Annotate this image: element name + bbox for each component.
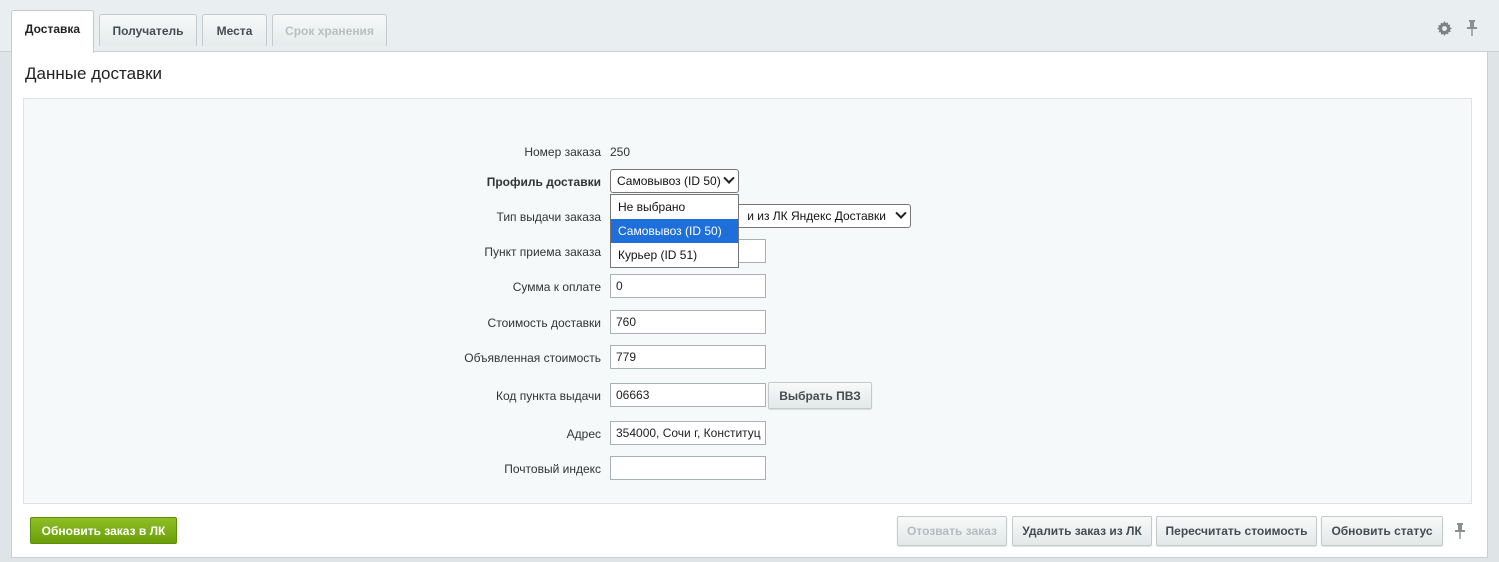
postal-index-input[interactable] bbox=[610, 456, 766, 480]
pickup-point-label: Пункт приема заказа bbox=[484, 245, 601, 259]
page-title: Данные доставки bbox=[25, 64, 163, 83]
issue-type-selected: и из ЛК Яндекс Доставки bbox=[747, 209, 886, 223]
pin-icon[interactable] bbox=[1451, 522, 1469, 540]
pin-icon[interactable] bbox=[1463, 19, 1481, 37]
pvz-code-label: Код пункта выдачи bbox=[496, 389, 601, 403]
tab-storage-period: Срок хранения bbox=[272, 14, 387, 46]
tabs-bar: Доставка Получатель Места Срок хранения bbox=[0, 0, 1499, 53]
order-number-value: 250 bbox=[610, 145, 631, 159]
payment-sum-input[interactable]: 0 bbox=[610, 274, 766, 298]
recall-order-button: Отозвать заказ bbox=[897, 516, 1007, 546]
delivery-profile-label: Профиль доставки bbox=[486, 175, 601, 189]
tab-recipient[interactable]: Получатель bbox=[99, 14, 197, 46]
delivery-form: Номер заказа 250 Профиль доставки Самовы… bbox=[23, 98, 1472, 504]
order-number-label: Номер заказа bbox=[524, 145, 601, 159]
tab-delivery[interactable]: Доставка bbox=[11, 10, 94, 53]
update-order-button[interactable]: Обновить заказ в ЛК bbox=[30, 517, 177, 544]
gear-icon[interactable] bbox=[1435, 19, 1453, 37]
chevron-down-icon bbox=[895, 207, 907, 219]
delivery-cost-input[interactable]: 760 bbox=[610, 310, 766, 334]
dropdown-option-none[interactable]: Не выбрано bbox=[611, 195, 738, 219]
dropdown-option-pickup[interactable]: Самовывоз (ID 50) bbox=[611, 219, 738, 243]
tab-places[interactable]: Места bbox=[202, 14, 267, 46]
address-input[interactable]: 354000, Сочи г, Конституц bbox=[610, 421, 766, 445]
pvz-code-input[interactable]: 06663 bbox=[610, 383, 766, 407]
chevron-down-icon bbox=[723, 172, 735, 184]
delivery-profile-select[interactable]: Самовывоз (ID 50) bbox=[610, 169, 739, 193]
address-label: Адрес bbox=[566, 427, 601, 441]
delivery-profile-selected: Самовывоз (ID 50) bbox=[617, 174, 721, 188]
dropdown-option-courier[interactable]: Курьер (ID 51) bbox=[611, 243, 738, 267]
recalc-cost-button[interactable]: Пересчитать стоимость bbox=[1156, 516, 1317, 546]
update-status-button[interactable]: Обновить статус bbox=[1321, 516, 1443, 546]
delete-order-button[interactable]: Удалить заказ из ЛК bbox=[1012, 516, 1152, 546]
payment-sum-label: Сумма к оплате bbox=[512, 280, 601, 294]
delivery-profile-dropdown: Не выбрано Самовывоз (ID 50) Курьер (ID … bbox=[610, 194, 739, 268]
delivery-cost-label: Стоимость доставки bbox=[487, 316, 601, 330]
delivery-panel: Данные доставки Номер заказа 250 Профиль… bbox=[11, 52, 1488, 558]
declared-value-input[interactable]: 779 bbox=[610, 345, 766, 369]
declared-value-label: Объявленная стоимость bbox=[464, 351, 601, 365]
choose-pvz-button[interactable]: Выбрать ПВЗ bbox=[768, 382, 872, 409]
postal-index-label: Почтовый индекс bbox=[504, 462, 601, 476]
issue-type-label: Тип выдачи заказа bbox=[496, 210, 601, 224]
